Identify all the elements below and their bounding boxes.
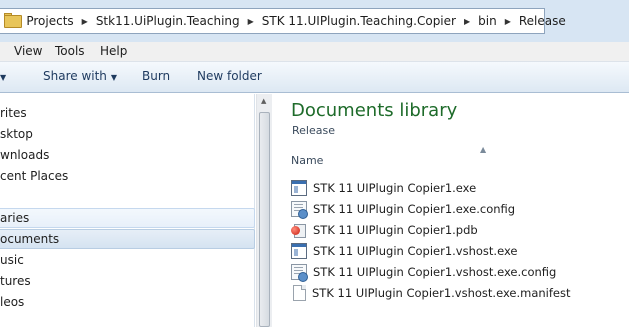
nav-item-pictures[interactable]: tures (0, 272, 255, 292)
file-name: STK 11 UIPlugin Copier1.vshost.exe (313, 244, 518, 258)
list-item[interactable]: STK 11 UIPlugin Copier1.exe (291, 178, 476, 198)
address-bar-area: « Projects ▶ Stk11.UiPlugin.Teaching ▶ S… (0, 0, 629, 42)
nav-item-documents[interactable]: ocuments (0, 229, 255, 249)
organize-dropdown-caret-icon[interactable]: ▼ (0, 69, 6, 83)
menu-tools[interactable]: Tools (55, 44, 85, 58)
scroll-up-arrow-icon[interactable]: ▲ (261, 97, 266, 105)
library-title: Documents library (291, 100, 458, 121)
share-with-button[interactable]: Share with ▼ (43, 69, 117, 83)
sort-ascending-icon: ▲ (480, 145, 487, 154)
breadcrumb-arrow-icon[interactable]: ▶ (461, 17, 473, 26)
chevron-down-icon: ▼ (110, 73, 118, 82)
menu-view[interactable]: View (14, 44, 42, 58)
breadcrumb-arrow-icon[interactable]: ▶ (502, 17, 514, 26)
address-bar[interactable]: « Projects ▶ Stk11.UiPlugin.Teaching ▶ S… (0, 8, 566, 34)
navigation-pane: rites sktop wnloads cent Places aries oc… (0, 94, 255, 327)
list-item[interactable]: STK 11 UIPlugin Copier1.pdb (291, 220, 478, 240)
nav-item-favorites[interactable]: rites (0, 104, 255, 124)
column-header-name[interactable]: Name (291, 154, 323, 167)
file-name: STK 11 UIPlugin Copier1.vshost.exe.manif… (312, 286, 571, 300)
nav-item-desktop[interactable]: sktop (0, 125, 255, 145)
menu-help[interactable]: Help (100, 44, 127, 58)
exe-icon (291, 180, 307, 196)
file-list-pane: Documents library Release ▲ Name STK 11 … (273, 94, 629, 327)
nav-item-downloads[interactable]: wnloads (0, 146, 255, 166)
share-with-label: Share with (43, 69, 107, 83)
nav-item-videos[interactable]: leos (0, 293, 255, 313)
breadcrumb: Projects ▶ Stk11.UiPlugin.Teaching ▶ STK… (21, 14, 570, 28)
breadcrumb-arrow-icon[interactable]: ▶ (245, 17, 257, 26)
nav-item-libraries[interactable]: aries (0, 208, 255, 228)
nav-item-recent-places[interactable]: cent Places (0, 167, 255, 187)
menu-bar: View Tools Help (0, 42, 629, 62)
list-item[interactable]: STK 11 UIPlugin Copier1.exe.config (291, 199, 515, 219)
breadcrumb-copier[interactable]: STK 11.UIPlugin.Teaching.Copier (257, 14, 461, 28)
new-folder-button[interactable]: New folder (197, 69, 262, 83)
breadcrumb-release[interactable]: Release (514, 14, 571, 28)
pdb-icon (291, 222, 307, 238)
exe-icon (291, 243, 307, 259)
file-icon (293, 285, 306, 301)
breadcrumb-stk11-uiplugin-teaching[interactable]: Stk11.UiPlugin.Teaching (91, 14, 245, 28)
config-icon (291, 201, 308, 219)
file-name: STK 11 UIPlugin Copier1.exe.config (313, 202, 516, 216)
list-item[interactable]: STK 11 UIPlugin Copier1.vshost.exe (291, 241, 518, 261)
nav-pane-scrollbar[interactable]: ▲ (256, 94, 272, 327)
breadcrumb-projects[interactable]: Projects (21, 14, 78, 28)
command-bar: ▼ Share with ▼ Burn New folder (0, 62, 629, 93)
burn-button[interactable]: Burn (142, 69, 170, 83)
list-item[interactable]: STK 11 UIPlugin Copier1.vshost.exe.manif… (291, 283, 571, 303)
file-name: STK 11 UIPlugin Copier1.exe (313, 181, 477, 195)
breadcrumb-arrow-icon[interactable]: ▶ (79, 17, 91, 26)
nav-item-music[interactable]: usic (0, 251, 255, 271)
library-subtitle: Release (292, 124, 335, 137)
config-icon (291, 264, 308, 282)
file-name: STK 11 UIPlugin Copier1.vshost.exe.confi… (313, 265, 557, 279)
scrollbar-thumb[interactable] (259, 112, 270, 327)
list-item[interactable]: STK 11 UIPlugin Copier1.vshost.exe.confi… (291, 262, 556, 282)
breadcrumb-bin[interactable]: bin (473, 14, 502, 28)
file-name: STK 11 UIPlugin Copier1.pdb (313, 223, 478, 237)
